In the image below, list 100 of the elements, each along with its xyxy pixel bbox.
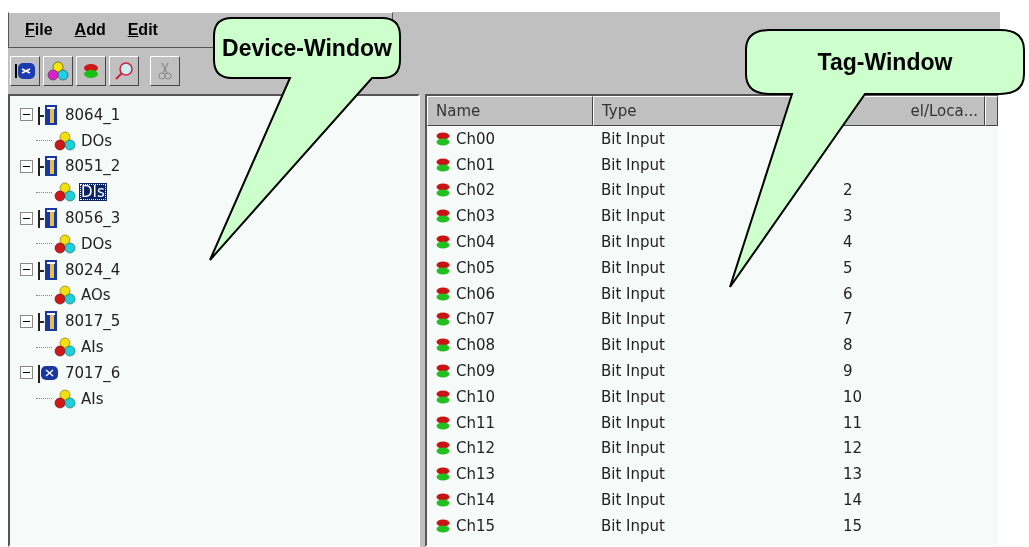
device-label[interactable]: 8064_1: [65, 105, 121, 124]
tag-address: 6: [843, 284, 853, 303]
tag-icon: [435, 467, 451, 482]
tag-icon: [435, 260, 451, 275]
tag-name[interactable]: Ch15: [456, 516, 496, 535]
device-label[interactable]: 8017_5: [65, 312, 121, 331]
tag-name[interactable]: Ch02: [456, 181, 496, 200]
tag-address: 9: [843, 362, 853, 381]
tag-group-label[interactable]: AIs: [79, 389, 106, 408]
tag-group-label[interactable]: AOs: [79, 286, 113, 305]
tag-type: Bit Input: [601, 465, 665, 484]
tag-icon: [435, 312, 451, 327]
callout-text: Device-Window: [222, 34, 392, 62]
tag-group-label[interactable]: DOs: [79, 234, 115, 253]
tag-address: 8: [843, 336, 853, 355]
tag-type: Bit Input: [601, 155, 665, 174]
callout-text: Tag-Window: [817, 48, 953, 76]
collapse-icon[interactable]: [20, 160, 33, 173]
tag-icon: [435, 131, 451, 146]
device-label[interactable]: 8051_2: [65, 157, 121, 176]
module-icon: [37, 207, 59, 230]
tag-name[interactable]: Ch03: [456, 207, 496, 226]
tag-icon: [435, 389, 451, 404]
module-icon: [37, 258, 59, 281]
column-header[interactable]: [985, 96, 998, 126]
tag-icon[interactable]: [76, 56, 106, 86]
tag-group-icon: [54, 182, 76, 203]
tag-name[interactable]: Ch13: [456, 465, 496, 484]
tag-name[interactable]: Ch00: [456, 129, 496, 148]
tag-icon: [435, 493, 451, 508]
tag-icon: [435, 338, 451, 353]
tag-type: Bit Input: [601, 233, 665, 252]
tag-group-icon: [54, 337, 76, 358]
tag-name[interactable]: Ch14: [456, 491, 496, 510]
tag-name[interactable]: Ch09: [456, 362, 496, 381]
tag-type: Bit Input: [601, 284, 665, 303]
column-header[interactable]: Name: [427, 96, 593, 126]
tag-type: Bit Input: [601, 362, 665, 381]
tag-icon: [435, 441, 451, 456]
search-icon[interactable]: [109, 56, 139, 86]
tag-name[interactable]: Ch07: [456, 310, 496, 329]
device-icon[interactable]: [10, 56, 40, 86]
tag-icon: [435, 209, 451, 224]
tag-group-label[interactable]: DIs: [79, 183, 107, 202]
tag-icon: [435, 183, 451, 198]
collapse-icon[interactable]: [20, 263, 33, 277]
column-header[interactable]: el/Loca...: [843, 96, 985, 126]
tag-address: 12: [843, 439, 863, 458]
module-icon: [37, 155, 59, 178]
tag-name[interactable]: Ch06: [456, 284, 496, 303]
collapse-icon[interactable]: [20, 211, 33, 225]
tag-group-label[interactable]: AIs: [79, 338, 106, 357]
tag-address: 14: [843, 491, 863, 510]
tag-address: 10: [843, 387, 863, 406]
tag-type: Bit Input: [601, 310, 665, 329]
tag-icon: [435, 157, 451, 172]
tag-address: 15: [843, 516, 863, 535]
module-icon: [37, 103, 59, 126]
tag-group-icon: [54, 233, 76, 254]
tag-group-label[interactable]: DOs: [79, 131, 115, 150]
tag-type: Bit Input: [601, 207, 665, 226]
menu-item[interactable]: Add: [74, 21, 106, 39]
tag-type: Bit Input: [601, 336, 665, 355]
tag-type: Bit Input: [601, 258, 665, 277]
tag-address: 11: [843, 413, 863, 432]
menu-item[interactable]: File: [25, 21, 53, 39]
collapse-icon[interactable]: [20, 366, 33, 380]
tag-name[interactable]: Ch10: [456, 387, 496, 406]
tag-type: Bit Input: [601, 413, 665, 432]
tag-group-icon: [54, 388, 76, 409]
tag-type: Bit Input: [601, 387, 665, 406]
tag-type: Bit Input: [601, 491, 665, 510]
tag-address: 13: [843, 465, 863, 484]
tag-type: Bit Input: [601, 129, 665, 148]
tag-group-icon: [54, 285, 76, 306]
tag-address: 3: [843, 207, 853, 226]
tag-icon: [435, 286, 451, 301]
tag-name[interactable]: Ch08: [456, 336, 496, 355]
tag-name[interactable]: Ch05: [456, 258, 496, 277]
tag-icon: [435, 518, 451, 533]
collapse-icon[interactable]: [20, 314, 33, 328]
tag-name[interactable]: Ch12: [456, 439, 496, 458]
tag-name[interactable]: Ch01: [456, 155, 496, 174]
tag-icon: [435, 415, 451, 430]
tag-address: 4: [843, 233, 853, 252]
tag-type: Bit Input: [601, 181, 665, 200]
device-label[interactable]: 8024_4: [65, 260, 121, 279]
tag-name[interactable]: Ch11: [456, 413, 496, 432]
module-icon: [37, 310, 59, 333]
device-label[interactable]: 7017_6: [65, 363, 121, 382]
tag-type: Bit Input: [601, 516, 665, 535]
tag-address: 5: [843, 258, 853, 277]
tag-icon: [435, 364, 451, 379]
tag-group-icon: [54, 130, 76, 151]
collapse-icon[interactable]: [20, 108, 33, 122]
tag-name[interactable]: Ch04: [456, 233, 496, 252]
tag-icon: [435, 235, 451, 250]
tag-group-icon[interactable]: [43, 56, 73, 86]
menu-item[interactable]: Edit: [127, 21, 158, 39]
device-label[interactable]: 8056_3: [65, 209, 121, 228]
